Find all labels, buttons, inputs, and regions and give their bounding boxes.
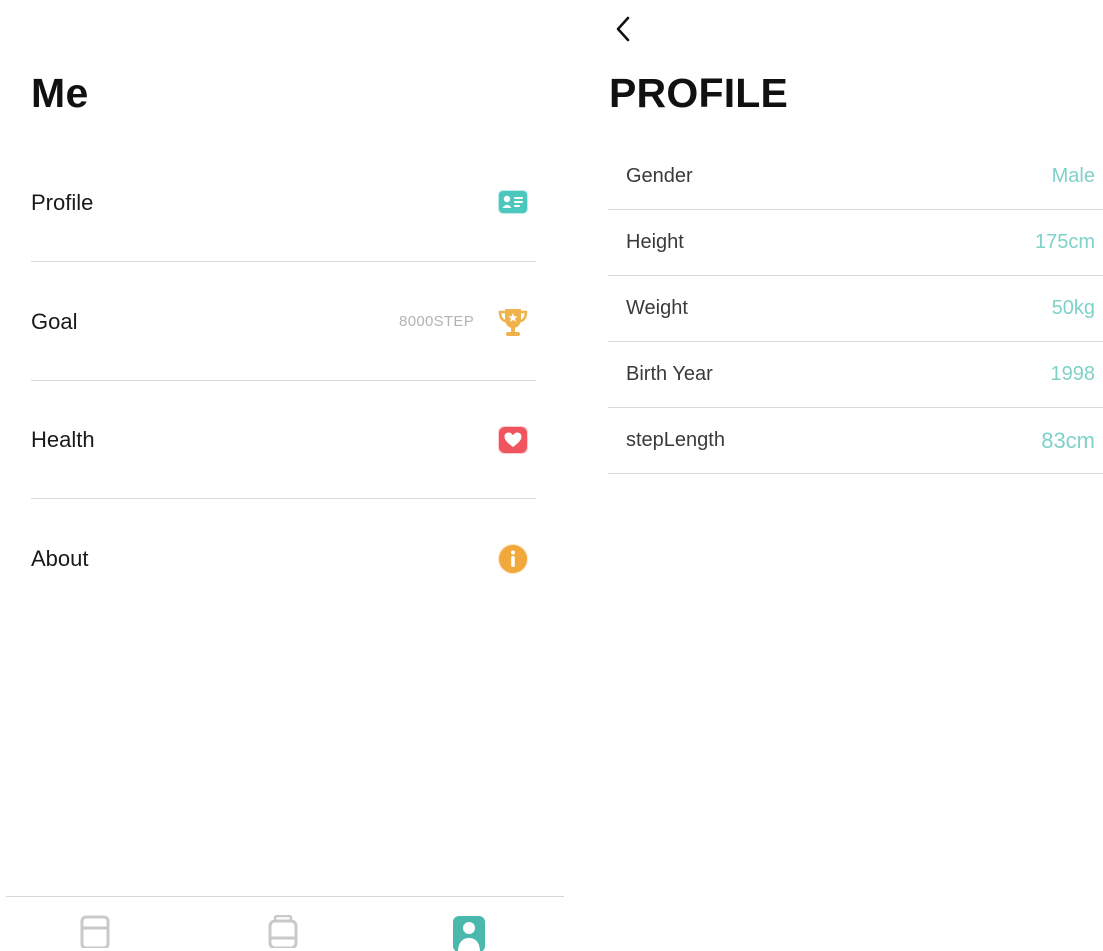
row-label: Weight — [626, 297, 688, 319]
row-label: Gender — [626, 165, 693, 187]
profile-row-gender[interactable]: Gender Male — [608, 144, 1103, 210]
info-icon — [496, 542, 530, 576]
trophy-icon — [496, 305, 530, 339]
goal-value: 8000STEP — [399, 313, 474, 330]
profile-row-weight[interactable]: Weight 50kg — [608, 276, 1103, 342]
profile-list: Gender Male Height 175cm Weight 50kg Bir… — [608, 144, 1103, 474]
menu-item-label: Goal — [31, 308, 78, 334]
menu-item-label: About — [31, 546, 89, 571]
tab-device[interactable] — [266, 914, 300, 951]
app-page: Me Profile Goal 8000STEP Health About PR… — [0, 0, 1103, 951]
tab-bar — [6, 896, 564, 951]
menu-item-label: Profile — [31, 189, 94, 215]
menu-item-health[interactable]: Health — [31, 381, 536, 499]
tab-record[interactable] — [78, 915, 112, 951]
row-value: 1998 — [1050, 363, 1096, 385]
menu-item-label: Health — [31, 426, 95, 452]
me-screen: Me Profile Goal 8000STEP Health About — [0, 0, 570, 951]
profile-row-height[interactable]: Height 175cm — [608, 210, 1103, 276]
chevron-left-icon — [615, 16, 631, 47]
row-label: Birth Year — [626, 363, 713, 385]
id-card-icon — [496, 186, 530, 220]
menu-item-goal[interactable]: Goal 8000STEP — [31, 263, 536, 381]
back-button[interactable] — [610, 16, 636, 46]
profile-screen: PROFILE Gender Male Height 175cm Weight … — [570, 0, 1103, 951]
row-value: 50kg — [1051, 297, 1095, 319]
device-icon — [268, 914, 298, 951]
row-label: stepLength — [626, 429, 725, 451]
menu-item-profile[interactable]: Profile — [31, 144, 536, 262]
row-value: 83cm — [1041, 427, 1095, 453]
row-label: Height — [626, 231, 684, 253]
row-value: Male — [1051, 165, 1095, 187]
tab-me[interactable] — [452, 915, 486, 951]
profile-row-step-length[interactable]: stepLength 83cm — [608, 408, 1103, 474]
menu-item-about[interactable]: About — [31, 500, 536, 618]
row-value: 175cm — [1034, 231, 1095, 253]
page-title: Me — [31, 70, 89, 116]
heart-icon — [496, 423, 530, 457]
record-icon — [80, 915, 110, 951]
user-icon — [452, 915, 486, 951]
page-title: PROFILE — [609, 70, 789, 116]
profile-row-birth-year[interactable]: Birth Year 1998 — [608, 342, 1103, 408]
